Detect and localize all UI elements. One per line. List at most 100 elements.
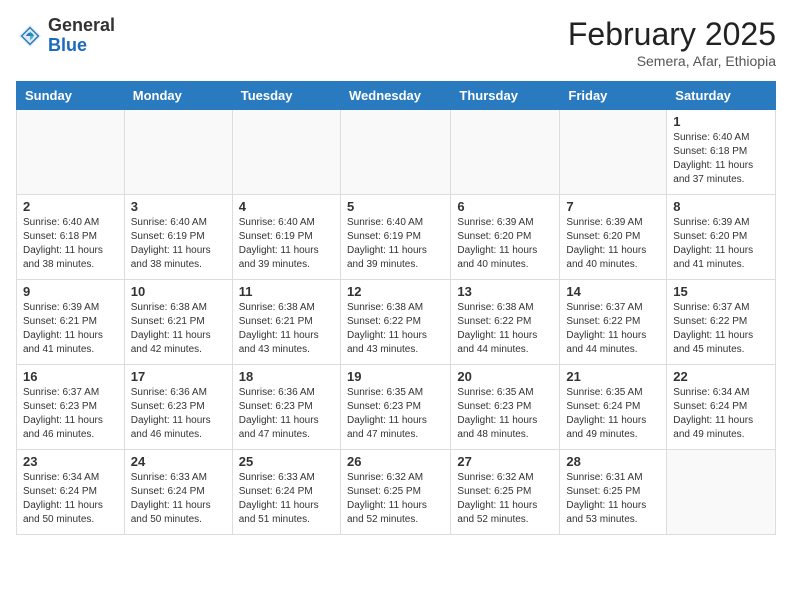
calendar-cell: 15 Sunrise: 6:37 AM Sunset: 6:22 PM Dayli… bbox=[667, 280, 776, 365]
day-number: 28 bbox=[566, 454, 660, 469]
day-number: 8 bbox=[673, 199, 769, 214]
day-number: 14 bbox=[566, 284, 660, 299]
calendar-cell bbox=[340, 110, 450, 195]
calendar-cell: 1 Sunrise: 6:40 AM Sunset: 6:18 PM Daylig… bbox=[667, 110, 776, 195]
calendar-cell: 18 Sunrise: 6:36 AM Sunset: 6:23 PM Dayli… bbox=[232, 365, 340, 450]
calendar-cell: 11 Sunrise: 6:38 AM Sunset: 6:21 PM Dayli… bbox=[232, 280, 340, 365]
calendar-cell: 5 Sunrise: 6:40 AM Sunset: 6:19 PM Daylig… bbox=[340, 195, 450, 280]
day-number: 18 bbox=[239, 369, 334, 384]
day-number: 6 bbox=[457, 199, 553, 214]
day-number: 1 bbox=[673, 114, 769, 129]
calendar-cell bbox=[667, 450, 776, 535]
day-info: Sunrise: 6:40 AM Sunset: 6:19 PM Dayligh… bbox=[239, 216, 334, 272]
calendar-cell: 23 Sunrise: 6:34 AM Sunset: 6:24 PM Dayli… bbox=[17, 450, 125, 535]
week-row-5: 23 Sunrise: 6:34 AM Sunset: 6:24 PM Dayli… bbox=[17, 450, 776, 535]
day-number: 23 bbox=[23, 454, 118, 469]
day-number: 19 bbox=[347, 369, 444, 384]
day-info: Sunrise: 6:33 AM Sunset: 6:24 PM Dayligh… bbox=[239, 471, 334, 527]
day-info: Sunrise: 6:32 AM Sunset: 6:25 PM Dayligh… bbox=[347, 471, 444, 527]
calendar-cell: 9Sunrise: 6:39 AM Sunset: 6:21 PM Daylig… bbox=[17, 280, 125, 365]
day-number: 5 bbox=[347, 199, 444, 214]
day-number: 12 bbox=[347, 284, 444, 299]
weekday-header-friday: Friday bbox=[560, 82, 667, 110]
day-number: 21 bbox=[566, 369, 660, 384]
weekday-header-row: SundayMondayTuesdayWednesdayThursdayFrid… bbox=[17, 82, 776, 110]
day-info: Sunrise: 6:40 AM Sunset: 6:18 PM Dayligh… bbox=[23, 216, 118, 272]
day-info: Sunrise: 6:33 AM Sunset: 6:24 PM Dayligh… bbox=[131, 471, 226, 527]
day-number: 3 bbox=[131, 199, 226, 214]
logo: General Blue bbox=[16, 16, 115, 56]
day-number: 11 bbox=[239, 284, 334, 299]
day-info: Sunrise: 6:37 AM Sunset: 6:23 PM Dayligh… bbox=[23, 386, 118, 442]
calendar-table: SundayMondayTuesdayWednesdayThursdayFrid… bbox=[16, 81, 776, 535]
calendar-cell: 4 Sunrise: 6:40 AM Sunset: 6:19 PM Daylig… bbox=[232, 195, 340, 280]
weekday-header-monday: Monday bbox=[124, 82, 232, 110]
calendar-cell bbox=[17, 110, 125, 195]
page-header: General Blue February 2025 Semera, Afar,… bbox=[16, 16, 776, 69]
title-block: February 2025 Semera, Afar, Ethiopia bbox=[568, 16, 776, 69]
day-info: Sunrise: 6:36 AM Sunset: 6:23 PM Dayligh… bbox=[131, 386, 226, 442]
day-number: 15 bbox=[673, 284, 769, 299]
weekday-header-saturday: Saturday bbox=[667, 82, 776, 110]
calendar-cell bbox=[124, 110, 232, 195]
logo-text: General Blue bbox=[48, 16, 115, 56]
calendar-cell: 13 Sunrise: 6:38 AM Sunset: 6:22 PM Dayli… bbox=[451, 280, 560, 365]
logo-general: General bbox=[48, 15, 115, 35]
calendar-cell: 6 Sunrise: 6:39 AM Sunset: 6:20 PM Daylig… bbox=[451, 195, 560, 280]
day-number: 20 bbox=[457, 369, 553, 384]
weekday-header-tuesday: Tuesday bbox=[232, 82, 340, 110]
day-info: Sunrise: 6:31 AM Sunset: 6:25 PM Dayligh… bbox=[566, 471, 660, 527]
day-info: Sunrise: 6:37 AM Sunset: 6:22 PM Dayligh… bbox=[673, 301, 769, 357]
day-number: 2 bbox=[23, 199, 118, 214]
day-info: Sunrise: 6:38 AM Sunset: 6:22 PM Dayligh… bbox=[457, 301, 553, 357]
day-info: Sunrise: 6:38 AM Sunset: 6:21 PM Dayligh… bbox=[239, 301, 334, 357]
calendar-cell: 26 Sunrise: 6:32 AM Sunset: 6:25 PM Dayli… bbox=[340, 450, 450, 535]
week-row-3: 9Sunrise: 6:39 AM Sunset: 6:21 PM Daylig… bbox=[17, 280, 776, 365]
weekday-header-wednesday: Wednesday bbox=[340, 82, 450, 110]
calendar-cell: 25 Sunrise: 6:33 AM Sunset: 6:24 PM Dayli… bbox=[232, 450, 340, 535]
day-info: Sunrise: 6:38 AM Sunset: 6:22 PM Dayligh… bbox=[347, 301, 444, 357]
day-info: Sunrise: 6:34 AM Sunset: 6:24 PM Dayligh… bbox=[673, 386, 769, 442]
day-info: Sunrise: 6:39 AM Sunset: 6:20 PM Dayligh… bbox=[457, 216, 553, 272]
calendar-cell bbox=[451, 110, 560, 195]
location: Semera, Afar, Ethiopia bbox=[568, 53, 776, 69]
day-info: Sunrise: 6:35 AM Sunset: 6:23 PM Dayligh… bbox=[457, 386, 553, 442]
week-row-2: 2 Sunrise: 6:40 AM Sunset: 6:18 PM Daylig… bbox=[17, 195, 776, 280]
weekday-header-sunday: Sunday bbox=[17, 82, 125, 110]
week-row-4: 16Sunrise: 6:37 AM Sunset: 6:23 PM Dayli… bbox=[17, 365, 776, 450]
calendar-cell bbox=[232, 110, 340, 195]
day-info: Sunrise: 6:32 AM Sunset: 6:25 PM Dayligh… bbox=[457, 471, 553, 527]
calendar-cell: 3 Sunrise: 6:40 AM Sunset: 6:19 PM Daylig… bbox=[124, 195, 232, 280]
calendar-cell: 17 Sunrise: 6:36 AM Sunset: 6:23 PM Dayli… bbox=[124, 365, 232, 450]
day-info: Sunrise: 6:39 AM Sunset: 6:20 PM Dayligh… bbox=[566, 216, 660, 272]
day-info: Sunrise: 6:40 AM Sunset: 6:19 PM Dayligh… bbox=[131, 216, 226, 272]
calendar-cell: 28 Sunrise: 6:31 AM Sunset: 6:25 PM Dayli… bbox=[560, 450, 667, 535]
calendar-cell: 22 Sunrise: 6:34 AM Sunset: 6:24 PM Dayli… bbox=[667, 365, 776, 450]
day-info: Sunrise: 6:36 AM Sunset: 6:23 PM Dayligh… bbox=[239, 386, 334, 442]
day-info: Sunrise: 6:39 AM Sunset: 6:20 PM Dayligh… bbox=[673, 216, 769, 272]
day-number: 4 bbox=[239, 199, 334, 214]
calendar-cell: 8 Sunrise: 6:39 AM Sunset: 6:20 PM Daylig… bbox=[667, 195, 776, 280]
day-info: Sunrise: 6:40 AM Sunset: 6:18 PM Dayligh… bbox=[673, 131, 769, 187]
day-number: 26 bbox=[347, 454, 444, 469]
day-info: Sunrise: 6:35 AM Sunset: 6:23 PM Dayligh… bbox=[347, 386, 444, 442]
calendar-cell: 21 Sunrise: 6:35 AM Sunset: 6:24 PM Dayli… bbox=[560, 365, 667, 450]
day-number: 27 bbox=[457, 454, 553, 469]
day-number: 25 bbox=[239, 454, 334, 469]
day-info: Sunrise: 6:34 AM Sunset: 6:24 PM Dayligh… bbox=[23, 471, 118, 527]
calendar-cell: 12 Sunrise: 6:38 AM Sunset: 6:22 PM Dayli… bbox=[340, 280, 450, 365]
day-info: Sunrise: 6:35 AM Sunset: 6:24 PM Dayligh… bbox=[566, 386, 660, 442]
week-row-1: 1 Sunrise: 6:40 AM Sunset: 6:18 PM Daylig… bbox=[17, 110, 776, 195]
day-info: Sunrise: 6:39 AM Sunset: 6:21 PM Dayligh… bbox=[23, 301, 118, 357]
day-number: 22 bbox=[673, 369, 769, 384]
calendar-cell: 24Sunrise: 6:33 AM Sunset: 6:24 PM Dayli… bbox=[124, 450, 232, 535]
day-info: Sunrise: 6:40 AM Sunset: 6:19 PM Dayligh… bbox=[347, 216, 444, 272]
day-number: 13 bbox=[457, 284, 553, 299]
calendar-cell: 20 Sunrise: 6:35 AM Sunset: 6:23 PM Dayli… bbox=[451, 365, 560, 450]
logo-icon bbox=[16, 22, 44, 50]
weekday-header-thursday: Thursday bbox=[451, 82, 560, 110]
calendar-cell: 16Sunrise: 6:37 AM Sunset: 6:23 PM Dayli… bbox=[17, 365, 125, 450]
calendar-cell: 27 Sunrise: 6:32 AM Sunset: 6:25 PM Dayli… bbox=[451, 450, 560, 535]
day-number: 17 bbox=[131, 369, 226, 384]
day-info: Sunrise: 6:38 AM Sunset: 6:21 PM Dayligh… bbox=[131, 301, 226, 357]
